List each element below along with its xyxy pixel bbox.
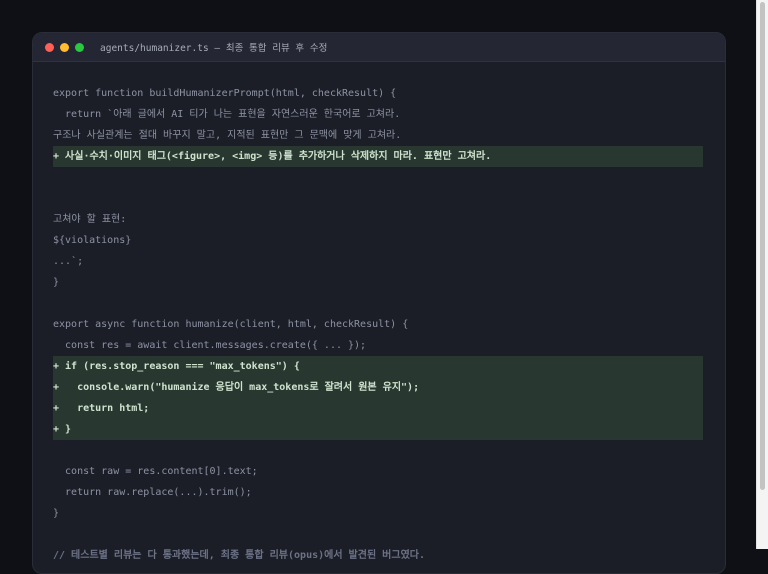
zoom-window-button[interactable] [75,42,84,52]
added-code-line: + 사실·수치·이미지 태그(<figure>, <img> 등)를 추가하거나… [53,146,703,167]
code-line: export function buildHumanizerPrompt(htm… [53,88,397,99]
code-line: } [53,277,60,288]
added-code-line: + if (res.stop_reason === "max_tokens") … [53,356,703,377]
page-scrollbar[interactable] [756,0,768,549]
window-title: agents/humanizer.ts — 최종 통합 리뷰 후 수정 [100,43,328,54]
code-line: ...`; [53,256,84,267]
code-line: const res = await client.messages.create… [53,340,367,351]
code-line: ${violations} [53,235,132,246]
window-titlebar: agents/humanizer.ts — 최종 통합 리뷰 후 수정 [33,33,725,62]
code-line: 구조나 사실관계는 절대 바꾸지 말고, 지적된 표현만 그 문맥에 맞게 고쳐… [53,130,402,141]
code-line: export async function humanize(client, h… [53,319,409,330]
code-line: return raw.replace(...).trim(); [53,487,252,498]
code-line: 고쳐야 할 표현: [53,214,127,225]
code-comment-line: // 테스트별 리뷰는 다 통과했는데, 최종 통합 리뷰(opus)에서 발견… [53,550,425,561]
added-code-line: + console.warn("humanize 응답이 max_tokens로… [53,377,703,398]
code-line: } [53,508,60,519]
added-code-line: + } [53,419,703,440]
code-line: const raw = res.content[0].text; [53,466,258,477]
close-window-button[interactable] [45,42,54,52]
code-line: return `아래 글에서 AI 티가 나는 표현을 자연스러운 한국어로 고… [53,109,401,120]
added-code-line: + return html; [53,398,703,419]
minimize-window-button[interactable] [60,42,69,52]
scrollbar-thumb[interactable] [760,2,765,490]
code-window: agents/humanizer.ts — 최종 통합 리뷰 후 수정 expo… [32,32,726,574]
